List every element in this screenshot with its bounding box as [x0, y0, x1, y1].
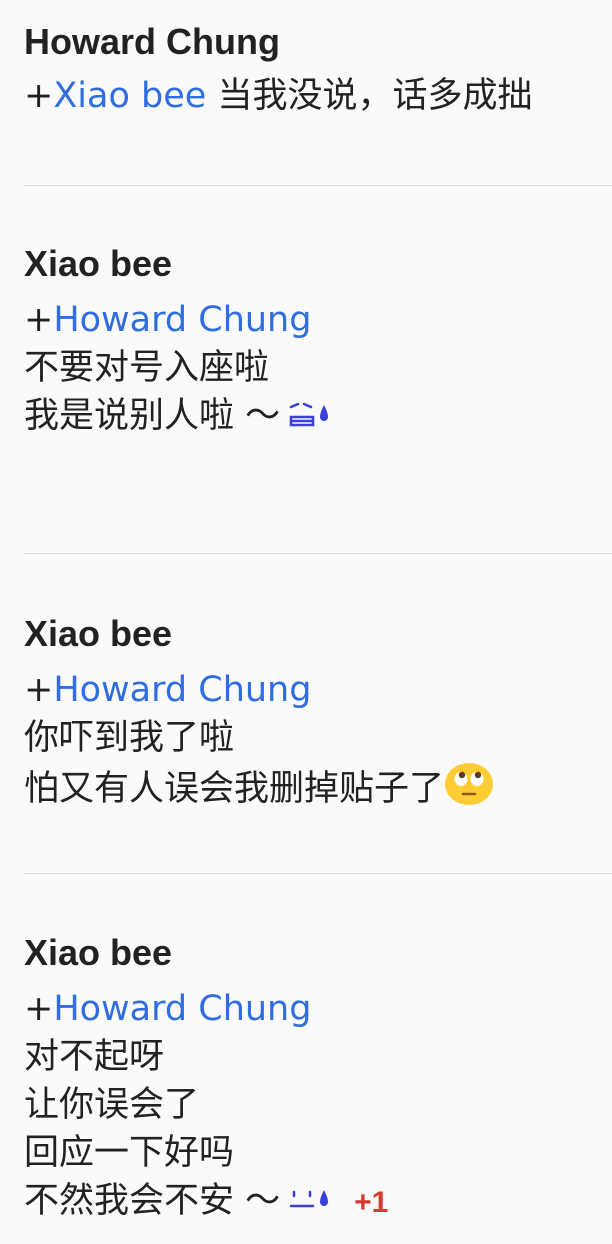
divider [24, 185, 612, 186]
comment-text: 我是说别人啦 ～ [24, 396, 281, 436]
comment-text-line: 对不起呀 [24, 1037, 165, 1077]
mention-plus: + [24, 670, 54, 710]
comment-3: Xiao bee +Howard Chung 你吓到我了啦 怕又有人误会我删掉贴… [24, 612, 612, 813]
mention-link[interactable]: Howard Chung [53, 670, 311, 710]
comment-1: Howard Chung +Xiao bee 当我没说，话多成拙 [24, 20, 612, 120]
sweat-kaomoji-icon [288, 1179, 332, 1209]
comment-mention-line: +Howard Chung [24, 296, 612, 344]
plus-one-button[interactable]: +1 [354, 1186, 388, 1219]
comment-text-line: 让你误会了 [24, 1085, 200, 1125]
mention-plus: + [24, 300, 54, 340]
comment-text-line: 不然我会不安 ～ +1 [24, 1177, 612, 1227]
divider [24, 873, 612, 874]
mention-link[interactable]: Xiao bee [53, 76, 206, 116]
comment-author[interactable]: Xiao bee [24, 931, 612, 975]
sweat-smile-kaomoji-icon [288, 394, 332, 427]
comment-text-line: 回应一下好吗 [24, 1133, 235, 1173]
mention-plus: + [24, 989, 54, 1029]
comment-author[interactable]: Howard Chung [24, 20, 612, 64]
comment-text: 不然我会不安 ～ [24, 1181, 281, 1221]
divider [24, 553, 612, 554]
comment-first-line: +Xiao bee 当我没说，话多成拙 [24, 72, 612, 120]
comment-4: Xiao bee +Howard Chung 对不起呀 让你误会了 回应一下好吗… [24, 931, 612, 1227]
comment-mention-line: +Howard Chung [24, 666, 612, 714]
comment-text-line: 不要对号入座啦 [24, 348, 270, 388]
comment-2: Xiao bee +Howard Chung 不要对号入座啦 我是说别人啦 ～ [24, 242, 612, 440]
mention-link[interactable]: Howard Chung [53, 300, 311, 340]
comment-text-line: 你吓到我了啦 [24, 718, 235, 758]
comment-text-line: 怕又有人误会我删掉贴子了 [24, 762, 612, 813]
mention-link[interactable]: Howard Chung [53, 989, 311, 1029]
comment-text-line: 我是说别人啦 ～ [24, 392, 612, 440]
comment-text: 怕又有人误会我删掉贴子了 [24, 769, 445, 809]
comment-author[interactable]: Xiao bee [24, 242, 612, 286]
comment-text: 当我没说，话多成拙 [206, 76, 533, 116]
mention-plus: + [24, 76, 54, 116]
comment-author[interactable]: Xiao bee [24, 612, 612, 656]
eye-roll-emoji-icon [444, 762, 494, 806]
comment-mention-line: +Howard Chung [24, 985, 612, 1033]
